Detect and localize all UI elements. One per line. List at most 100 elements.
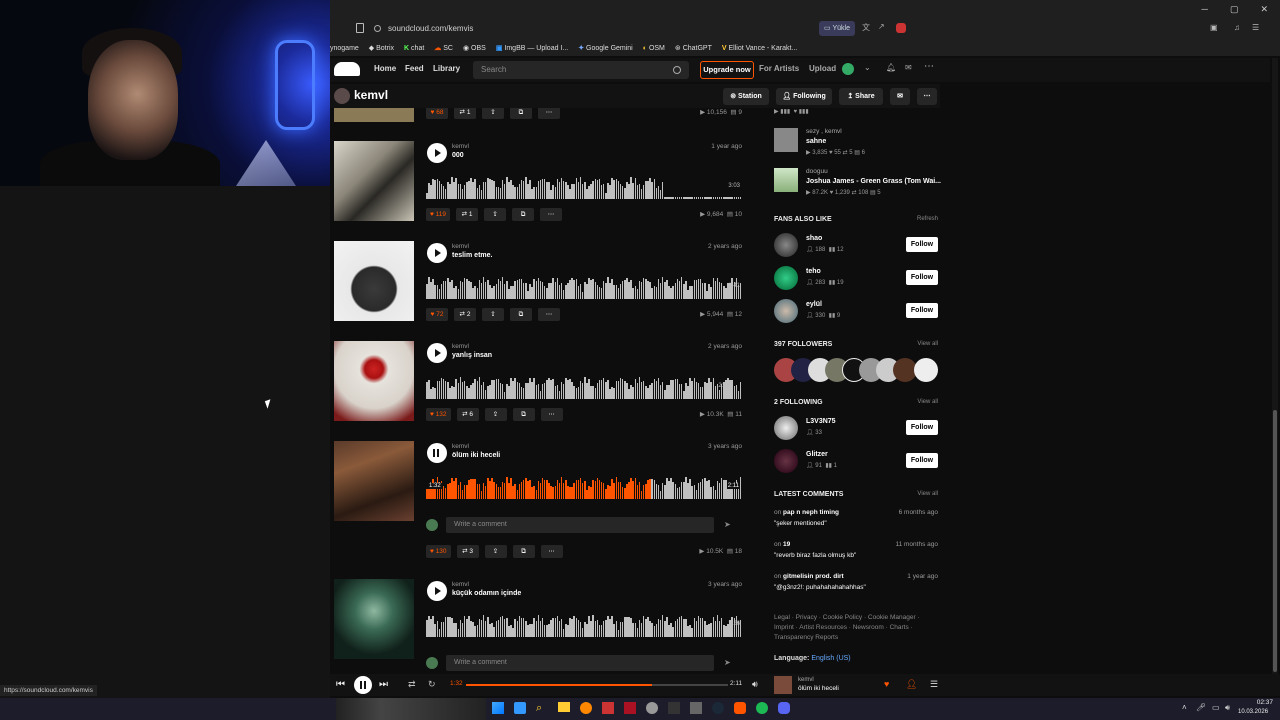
- follow-button[interactable]: Follow: [906, 420, 938, 435]
- bookmark-ynogame[interactable]: ynogame: [330, 45, 359, 52]
- now-playing-title[interactable]: ölüm iki heceli: [798, 685, 839, 692]
- comment-input[interactable]: Write a comment: [446, 517, 714, 533]
- brave-icon[interactable]: [734, 702, 746, 714]
- user-name[interactable]: Glitzer: [806, 451, 828, 458]
- next-icon[interactable]: ⏭: [379, 679, 388, 690]
- track-uploader[interactable]: kemvl: [452, 581, 469, 588]
- station-button[interactable]: ⊚ Station: [723, 88, 769, 105]
- comment-track-link[interactable]: gitmelisin prod. dirt: [783, 573, 844, 580]
- nav-feed[interactable]: Feed: [405, 64, 424, 73]
- epic-icon[interactable]: [668, 702, 680, 714]
- track-artwork[interactable]: [334, 441, 414, 521]
- user-avatar[interactable]: [774, 449, 798, 473]
- taskbar-app-icon[interactable]: [514, 702, 526, 714]
- comment-track-link[interactable]: 19: [783, 541, 790, 548]
- spotify-icon[interactable]: [756, 702, 768, 714]
- track-more-button[interactable]: ⋯: [540, 545, 563, 558]
- player-progress-bar[interactable]: [466, 684, 728, 686]
- comment-input[interactable]: Write a comment: [446, 655, 714, 671]
- bookmark-obs[interactable]: ◉ OBS: [463, 44, 486, 52]
- track-title[interactable]: küçük odamın içinde: [452, 590, 521, 597]
- messages-icon[interactable]: ✉: [905, 63, 912, 72]
- liked-track[interactable]: dooguu Joshua James - Green Grass (Tom W…: [774, 168, 941, 198]
- follow-button[interactable]: Follow: [906, 453, 938, 468]
- copy-link-button[interactable]: ⧉: [512, 545, 535, 558]
- site-info-icon[interactable]: [374, 25, 381, 32]
- nav-library[interactable]: Library: [433, 64, 460, 73]
- track-uploader[interactable]: kemvl: [452, 143, 469, 150]
- user-avatar[interactable]: [774, 416, 798, 440]
- comment-track-link[interactable]: pap n neph timing: [783, 509, 839, 516]
- user-avatar[interactable]: [774, 299, 798, 323]
- track-artwork[interactable]: [334, 341, 414, 421]
- adobe-icon[interactable]: [624, 702, 636, 714]
- track-artwork[interactable]: [334, 108, 414, 122]
- user-avatar[interactable]: [774, 233, 798, 257]
- send-icon[interactable]: ➤: [724, 520, 731, 529]
- steam-icon[interactable]: [712, 702, 724, 714]
- followers-heading[interactable]: 397 FOLLOWERS: [774, 341, 832, 348]
- bookmark-elliot[interactable]: V Elliot Vance - Karakt...: [722, 45, 797, 52]
- share-track-button[interactable]: ⇪: [482, 308, 504, 321]
- profile-avatar[interactable]: [334, 88, 350, 104]
- menu-icon[interactable]: ☰: [1252, 23, 1259, 32]
- followers-view-all-link[interactable]: View all: [917, 341, 938, 347]
- extensions-icon[interactable]: ▣: [1210, 23, 1218, 32]
- nav-upload[interactable]: Upload: [809, 64, 836, 73]
- bookmark-sc[interactable]: ☁ SC: [434, 44, 453, 52]
- more-icon[interactable]: ⋯: [924, 61, 934, 72]
- follow-button[interactable]: Follow: [906, 303, 938, 318]
- media-icon[interactable]: ♫: [1234, 23, 1240, 32]
- bookmark-gemini[interactable]: ✦ Google Gemini: [578, 44, 633, 52]
- close-icon[interactable]: ✕: [1260, 4, 1268, 15]
- waveform[interactable]: 3:03: [426, 171, 742, 199]
- folder-icon[interactable]: [558, 702, 570, 712]
- track-title[interactable]: yanlış insan: [452, 352, 492, 359]
- footer-links[interactable]: Legal · Privacy · Cookie Policy · Cookie…: [774, 613, 934, 643]
- search-app-icon[interactable]: ⌕: [536, 702, 542, 715]
- user-name[interactable]: shao: [806, 235, 822, 242]
- page-scrollbar[interactable]: [1272, 58, 1278, 674]
- follow-button[interactable]: Follow: [906, 270, 938, 285]
- follow-button[interactable]: Follow: [906, 237, 938, 252]
- track-uploader[interactable]: kemvl: [452, 343, 469, 350]
- following-button[interactable]: 👤︎ Following: [776, 88, 832, 105]
- sidebar-toggle-icon[interactable]: [356, 23, 364, 33]
- maximize-icon[interactable]: ▢: [1230, 4, 1239, 15]
- user-avatar[interactable]: [774, 266, 798, 290]
- like-button[interactable]: ♥ 119: [426, 208, 451, 221]
- queue-icon[interactable]: ☰: [930, 679, 938, 690]
- play-button[interactable]: [427, 343, 447, 363]
- tray-chevron-icon[interactable]: ˄: [1182, 703, 1187, 712]
- waveform[interactable]: 2:26: [426, 609, 742, 637]
- shuffle-icon[interactable]: ⇄: [408, 679, 416, 690]
- upgrade-now-button[interactable]: Upgrade now: [700, 61, 754, 79]
- play-button[interactable]: [427, 581, 447, 601]
- repeat-icon[interactable]: ↻: [428, 679, 436, 690]
- like-button[interactable]: ♥ 72: [426, 308, 448, 321]
- profile-more-button[interactable]: ⋯: [917, 88, 937, 105]
- user-avatar[interactable]: [842, 63, 854, 75]
- track-title[interactable]: 000: [452, 152, 464, 159]
- firefox-icon[interactable]: [580, 702, 592, 714]
- network-icon[interactable]: ▭: [1212, 703, 1220, 712]
- windows-start-icon[interactable]: [492, 702, 504, 714]
- follow-artist-icon[interactable]: 👤︎: [906, 679, 917, 690]
- message-button[interactable]: ✉: [890, 88, 910, 105]
- clock-time[interactable]: 02:37: [1243, 699, 1273, 706]
- discord-icon[interactable]: [778, 702, 790, 714]
- repost-button[interactable]: ⇄ 6: [456, 408, 479, 421]
- like-icon[interactable]: ♥: [884, 679, 889, 689]
- waveform[interactable]: 1:32 2:11: [426, 471, 742, 499]
- share-button[interactable]: ↥ Share: [839, 88, 883, 105]
- install-app-button[interactable]: ▭ Yükle: [819, 21, 855, 36]
- bookmark-chat[interactable]: K chat: [404, 45, 424, 52]
- follower-avatar[interactable]: [914, 358, 938, 382]
- player-pause-button[interactable]: [354, 676, 372, 694]
- track-title[interactable]: ölüm iki heceli: [452, 452, 500, 459]
- bookmark-osm[interactable]: ◐ OSM: [643, 45, 665, 52]
- track-more-button[interactable]: ⋯: [538, 108, 560, 119]
- pause-button[interactable]: [427, 443, 447, 463]
- share-track-button[interactable]: ⇪: [484, 208, 507, 221]
- soundcloud-logo-icon[interactable]: [334, 62, 360, 76]
